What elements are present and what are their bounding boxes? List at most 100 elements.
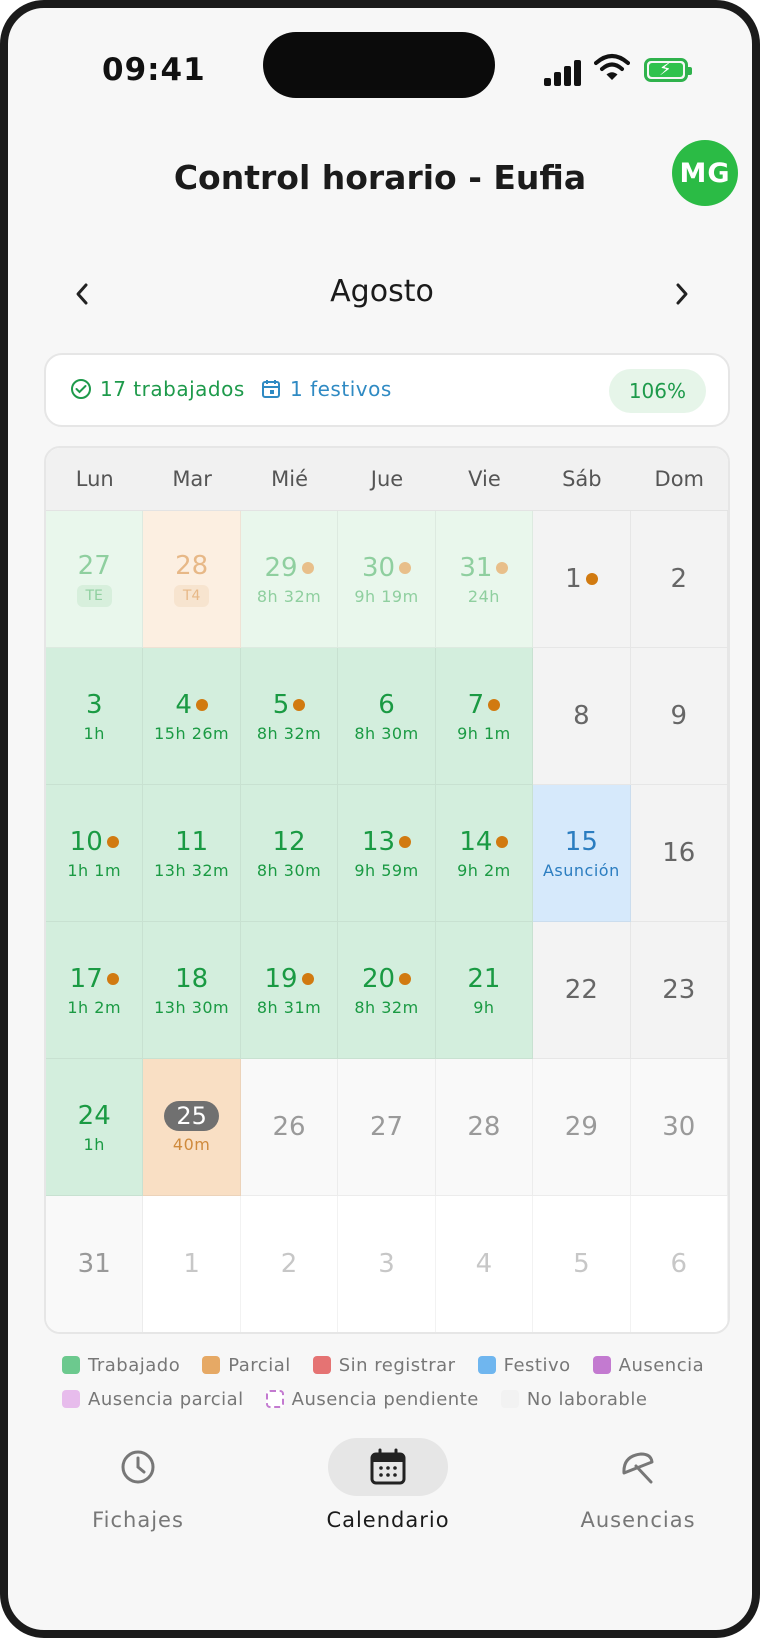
calendar-day[interactable]: 26: [240, 1059, 339, 1196]
tab-fichajes[interactable]: Fichajes: [38, 1438, 238, 1532]
calendar-day[interactable]: 6: [630, 1196, 728, 1332]
day-hours: 9h 19m: [354, 586, 419, 606]
calendar-day[interactable]: 29 8h 32m: [240, 511, 339, 648]
day-number-text: 26: [272, 1112, 306, 1142]
day-number-text: 5: [573, 1249, 590, 1279]
shift-tag: TE: [76, 585, 112, 607]
calendar-day[interactable]: 28 T4: [143, 511, 241, 648]
legend-item: Sin registrar: [312, 1355, 456, 1376]
calendar-day[interactable]: 13 9h 59m: [338, 785, 436, 922]
calendar-day[interactable]: 31: [46, 1196, 144, 1332]
calendar-day[interactable]: 21 9h: [435, 922, 534, 1059]
legend-label: Ausencia parcial: [88, 1388, 244, 1410]
calendar-day[interactable]: 4 15h 26m: [143, 648, 241, 785]
next-month-button[interactable]: [662, 274, 702, 314]
calendar-day[interactable]: 1: [533, 511, 631, 648]
tab-calendario[interactable]: Calendario: [288, 1438, 488, 1532]
day-number: 5: [573, 1249, 590, 1279]
calendar-day[interactable]: 5: [533, 1196, 631, 1332]
day-number: 11: [175, 827, 208, 857]
calendar-day[interactable]: 24 1h: [46, 1059, 144, 1196]
legend-label: Festivo: [503, 1354, 571, 1376]
calendar-day[interactable]: 19 8h 31m: [240, 922, 339, 1059]
pending-dot: [301, 561, 314, 574]
calendar-day[interactable]: 7 9h 1m: [435, 648, 534, 785]
day-hours: 1h 2m: [67, 997, 122, 1017]
calendar-day[interactable]: 11 13h 32m: [143, 785, 241, 922]
day-number-text: 19: [264, 963, 298, 994]
calendar-day[interactable]: 28: [435, 1059, 534, 1196]
legend-swatch: [592, 1356, 611, 1374]
calendar-day[interactable]: 27: [338, 1059, 436, 1196]
weekday-header: Lun Mar Mié Jue Vie Sáb Dom: [46, 448, 728, 511]
day-hours: 13h 32m: [154, 860, 230, 880]
day-number-text: 4: [475, 1249, 493, 1279]
calendar-icon: [370, 1448, 406, 1485]
calendar-day[interactable]: 31 24h: [435, 511, 534, 648]
clock-icon: [121, 1450, 155, 1484]
legend-item: No laborable: [500, 1388, 648, 1410]
calendar-day[interactable]: 17 1h 2m: [46, 922, 144, 1059]
day-number-text: 9: [670, 701, 688, 731]
completion-badge: 106%: [608, 369, 706, 413]
calendar-day[interactable]: 15 Asunción: [533, 785, 631, 922]
calendar-day[interactable]: 3 1h: [46, 648, 144, 785]
weekday-label: Vie: [468, 467, 501, 491]
day-number-text: 12: [272, 826, 306, 857]
calendar-day[interactable]: 14 9h 2m: [435, 785, 534, 922]
status-time: 09:41: [102, 52, 206, 88]
calendar-day[interactable]: 27 TE: [46, 511, 144, 648]
legend-label: Trabajado: [88, 1354, 181, 1376]
day-number-text: 22: [564, 975, 598, 1005]
calendar-day[interactable]: 25 40m: [143, 1059, 241, 1196]
legend-label: No laborable: [526, 1388, 648, 1410]
calendar-day[interactable]: 23: [630, 922, 728, 1059]
calendar-day[interactable]: 5 8h 32m: [240, 648, 339, 785]
calendar-day[interactable]: 12 8h 30m: [240, 785, 339, 922]
calendar-day[interactable]: 6 8h 30m: [338, 648, 436, 785]
day-number-text: 8: [573, 701, 590, 731]
day-number-text: 28: [467, 1112, 501, 1142]
calendar-day[interactable]: 16: [630, 785, 728, 922]
day-number: 30: [362, 553, 412, 583]
calendar-day[interactable]: 4: [435, 1196, 534, 1332]
day-number: 16: [662, 838, 695, 868]
day-number-text: 10: [69, 826, 103, 857]
day-hours: 9h 1m: [457, 723, 511, 743]
umbrella-icon: [622, 1452, 654, 1484]
calendar-day[interactable]: 30 9h 19m: [338, 511, 436, 648]
legend-row: Trabajado Parcial Sin registrar Festivo Ause…: [62, 1348, 742, 1382]
legend-label: Ausencia pendiente: [291, 1388, 479, 1410]
tab-ausencias[interactable]: Ausencias: [538, 1438, 738, 1532]
day-hours: 13h 30m: [154, 997, 230, 1017]
day-number-text: 2: [280, 1249, 298, 1279]
calendar-day[interactable]: 29: [533, 1059, 631, 1196]
calendar-day[interactable]: 9: [630, 648, 728, 785]
day-number: 24: [78, 1101, 111, 1131]
weekday-label: Lun: [75, 467, 114, 491]
day-hours: 40m: [172, 1134, 211, 1154]
wifi-icon: [594, 52, 630, 86]
legend-row: Ausencia parcial Ausencia pendiente No lab…: [62, 1382, 742, 1416]
calendar-day[interactable]: 2: [630, 511, 728, 648]
calendar-day[interactable]: 10 1h 1m: [46, 785, 144, 922]
day-number-text: 29: [264, 552, 298, 583]
day-number-text: 29: [564, 1112, 598, 1142]
calendar-day[interactable]: 1: [143, 1196, 241, 1332]
calendar-day[interactable]: 3: [338, 1196, 436, 1332]
day-hours: Asunción: [542, 860, 620, 880]
day-number-text: 23: [662, 975, 696, 1005]
calendar-day[interactable]: 22: [533, 922, 631, 1059]
pending-dot: [301, 972, 314, 985]
day-number: 2: [671, 564, 688, 594]
day-number: 28: [175, 551, 208, 581]
calendar-day[interactable]: 20 8h 32m: [338, 922, 436, 1059]
calendar-day[interactable]: 8: [533, 648, 631, 785]
day-hours: 8h 32m: [354, 997, 419, 1017]
day-number: 5: [273, 690, 306, 720]
avatar[interactable]: MG: [672, 140, 738, 206]
calendar-day[interactable]: 30: [630, 1059, 728, 1196]
month-navigator: Agosto: [62, 270, 702, 320]
calendar-day[interactable]: 18 13h 30m: [143, 922, 241, 1059]
calendar-day[interactable]: 2: [240, 1196, 339, 1332]
